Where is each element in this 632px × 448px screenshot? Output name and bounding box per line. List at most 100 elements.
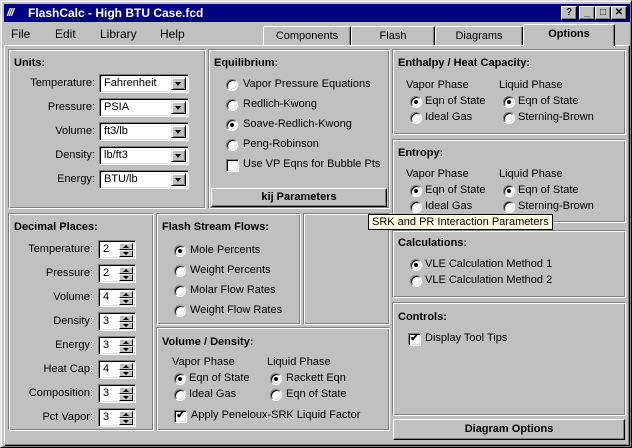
radio-vle-method-1[interactable] [410, 259, 422, 271]
decimal-temperature-spinner[interactable]: 2 [98, 240, 136, 259]
energy-unit-select[interactable]: BTU/lb [99, 170, 189, 189]
decimal-composition-spinner[interactable]: 3 [98, 384, 136, 403]
minimize-button[interactable]: _ [579, 6, 595, 20]
maximize-button[interactable]: □ [595, 6, 611, 20]
tooltips-checkbox[interactable]: ✔ [408, 333, 421, 346]
decimal-energy-spinner[interactable]: 3 [98, 336, 136, 355]
entropy-vapor-eos-radio[interactable] [410, 185, 422, 197]
spin-up-icon[interactable] [119, 291, 133, 298]
vd-liquid-rackett-radio[interactable] [270, 373, 282, 385]
decimal-pctvapor-label: Pct Vapor: [42, 411, 93, 423]
spin-down-icon[interactable] [119, 250, 133, 257]
close-button[interactable]: ✕ [611, 6, 627, 20]
vd-liquid-rackett-label: Rackett Eqn [286, 372, 346, 384]
spin-down-icon[interactable] [119, 394, 133, 401]
peneloux-checkbox[interactable]: ✔ [174, 410, 187, 423]
decimal-temperature-value: 2 [103, 243, 110, 255]
help-button[interactable]: ? [561, 6, 577, 20]
spin-down-icon[interactable] [119, 418, 133, 425]
radio-molar-flow-rates[interactable] [174, 285, 186, 297]
radio-weight-flow-rates[interactable] [174, 305, 186, 317]
diagram-options-button[interactable]: Diagram Options [393, 419, 625, 440]
radio-redlich-kwong[interactable] [226, 99, 238, 111]
spin-down-icon[interactable] [119, 322, 133, 329]
menu-help[interactable]: Help [160, 26, 185, 42]
spin-down-icon[interactable] [119, 346, 133, 353]
decimal-pressure-spinner[interactable]: 2 [98, 264, 136, 283]
volume-unit-select[interactable]: ft3/lb [99, 122, 189, 141]
enthalpy-liquid-eos-label: Eqn of State [518, 95, 579, 107]
vd-vapor-eos-radio[interactable] [174, 373, 186, 385]
menu-edit[interactable]: Edit [55, 26, 76, 42]
menu-library[interactable]: Library [100, 26, 137, 42]
spin-up-icon[interactable] [119, 363, 133, 370]
chevron-down-icon[interactable] [171, 101, 186, 114]
app-window: /// FlashCalc - High BTU Case.fcd ? _ □ … [0, 0, 632, 448]
menu-file[interactable]: File [11, 26, 30, 42]
decimal-heatcap-spinner[interactable]: 4 [98, 360, 136, 379]
radio-soave-redlich-kwong[interactable] [226, 119, 238, 131]
entropy-liquid-eos-label: Eqn of State [518, 184, 579, 196]
tab-components[interactable]: Components [263, 26, 351, 45]
vp-bubble-checkbox[interactable] [226, 159, 239, 172]
radio-vle-method-2[interactable] [410, 275, 422, 287]
radio-vapor-pressure-label: Vapor Pressure Equations [243, 78, 371, 90]
flash-flows-heading: Flash Stream Flows: [162, 221, 269, 233]
decimal-temperature-label: Temperature: [28, 243, 93, 255]
enthalpy-vapor-ideal-label: Ideal Gas [425, 111, 473, 123]
enthalpy-liquid-sb-label: Sterning-Brown [518, 111, 594, 123]
radio-weight-percents[interactable] [174, 265, 186, 277]
entropy-vapor-ideal-radio[interactable] [410, 201, 422, 213]
decimal-pctvapor-spinner[interactable]: 3 [98, 408, 136, 427]
radio-vapor-pressure[interactable] [226, 79, 238, 91]
decimal-density-label: Density: [53, 315, 93, 327]
enthalpy-vapor-ideal-radio[interactable] [410, 112, 422, 124]
chevron-down-icon[interactable] [171, 77, 186, 90]
vd-vapor-ideal-radio[interactable] [174, 389, 186, 401]
units-heading: Units: [14, 57, 46, 69]
units-volume-label: Volume: [55, 125, 95, 137]
spin-up-icon[interactable] [119, 315, 133, 322]
temperature-unit-select[interactable]: Fahrenheit [99, 74, 189, 93]
entropy-liquid-sb-radio[interactable] [503, 201, 515, 213]
spin-up-icon[interactable] [119, 411, 133, 418]
decimal-composition-label: Composition: [28, 387, 93, 399]
decimal-volume-value: 4 [103, 291, 110, 303]
decimal-pctvapor-value: 3 [103, 411, 110, 423]
radio-soave-redlich-kwong-label: Soave-Redlich-Kwong [243, 118, 352, 130]
spin-up-icon[interactable] [119, 387, 133, 394]
chevron-down-icon[interactable] [171, 125, 186, 138]
chevron-down-icon[interactable] [171, 149, 186, 162]
radio-vle-method-2-label: VLE Calculation Method 2 [425, 274, 553, 286]
tab-diagrams[interactable]: Diagrams [435, 26, 523, 45]
spin-up-icon[interactable] [119, 339, 133, 346]
radio-peng-robinson[interactable] [226, 139, 238, 151]
density-unit-select[interactable]: lb/ft3 [99, 146, 189, 165]
enthalpy-liquid-eos-radio[interactable] [503, 96, 515, 108]
spin-down-icon[interactable] [119, 298, 133, 305]
vd-liquid-eos-label: Eqn of State [286, 388, 347, 400]
enthalpy-liquid-sb-radio[interactable] [503, 112, 515, 124]
entropy-heading: Entropy: [398, 147, 444, 159]
spin-up-icon[interactable] [119, 243, 133, 250]
kij-parameters-button[interactable]: kij Parameters [211, 188, 387, 207]
units-pressure-label: Pressure: [47, 101, 95, 113]
spin-down-icon[interactable] [119, 274, 133, 281]
chevron-down-icon[interactable] [171, 173, 186, 186]
pressure-unit-select[interactable]: PSIA [99, 98, 189, 117]
vd-liquid-eos-radio[interactable] [270, 389, 282, 401]
tab-options[interactable]: Options [523, 24, 615, 46]
enthalpy-vapor-eos-radio[interactable] [410, 96, 422, 108]
tab-flash[interactable]: Flash [351, 26, 435, 45]
entropy-liquid-eos-radio[interactable] [503, 185, 515, 197]
radio-weight-percents-label: Weight Percents [190, 264, 271, 276]
window-title: FlashCalc - High BTU Case.fcd [28, 6, 204, 20]
decimal-volume-spinner[interactable]: 4 [98, 288, 136, 307]
decimal-density-spinner[interactable]: 3 [98, 312, 136, 331]
decimal-pressure-value: 2 [103, 267, 110, 279]
spin-up-icon[interactable] [119, 267, 133, 274]
radio-mole-percents-label: Mole Percents [190, 244, 261, 256]
spin-down-icon[interactable] [119, 370, 133, 377]
radio-mole-percents[interactable] [174, 245, 186, 257]
units-density-label: Density: [55, 149, 95, 161]
